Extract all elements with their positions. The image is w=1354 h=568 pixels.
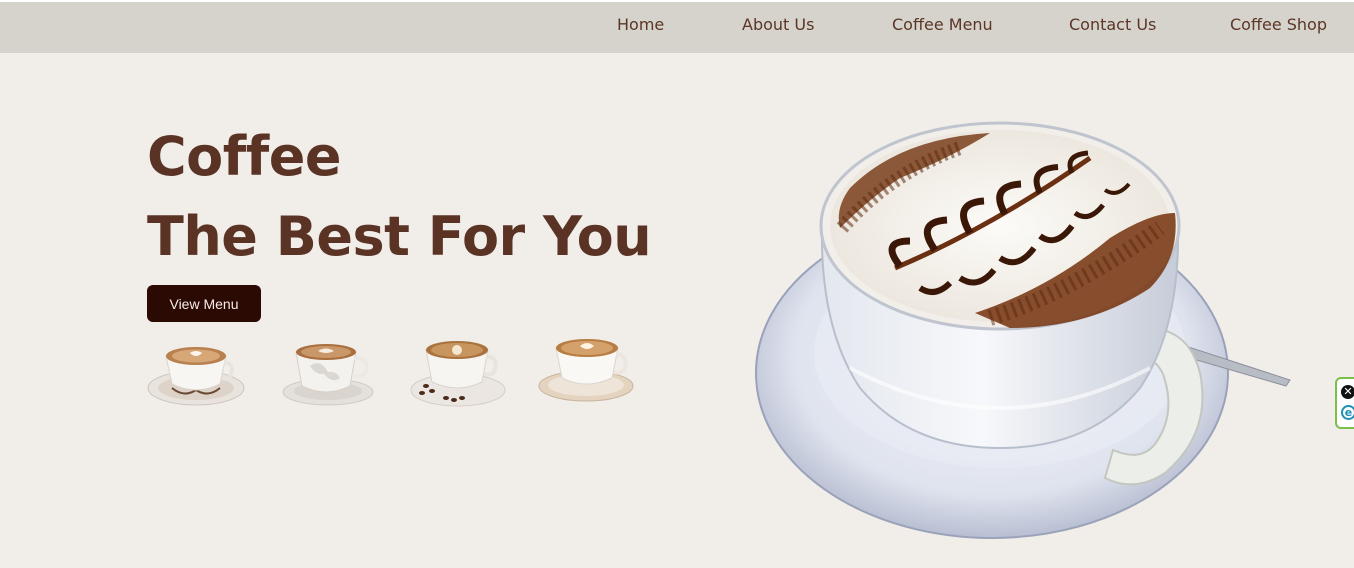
hero-title-line1: Coffee: [147, 125, 341, 188]
navbar: Home About Us Coffee Menu Contact Us Cof…: [0, 2, 1354, 53]
hero-cappuccino-image: [755, 121, 1291, 539]
hero-title-line2: The Best For You: [147, 205, 652, 268]
close-icon[interactable]: ✕: [1341, 385, 1354, 399]
coffee-thumbnail-3[interactable]: [408, 336, 508, 412]
nav-link-home[interactable]: Home: [617, 15, 664, 35]
nav-link-contact-us[interactable]: Contact Us: [1069, 15, 1156, 35]
nav-link-coffee-shop[interactable]: Coffee Shop: [1230, 15, 1327, 35]
nav-link-about-us[interactable]: About Us: [742, 15, 814, 35]
page: Home About Us Coffee Menu Contact Us Cof…: [0, 0, 1354, 568]
side-widget: ✕ e: [1335, 377, 1354, 429]
edge-extension-icon[interactable]: e: [1341, 405, 1354, 420]
coffee-thumbnail-4[interactable]: [536, 336, 636, 412]
nav-link-coffee-menu[interactable]: Coffee Menu: [892, 15, 993, 35]
coffee-thumbnail-2[interactable]: [278, 336, 378, 412]
view-menu-button[interactable]: View Menu: [147, 285, 261, 322]
coffee-thumbnail-1[interactable]: [146, 336, 246, 412]
